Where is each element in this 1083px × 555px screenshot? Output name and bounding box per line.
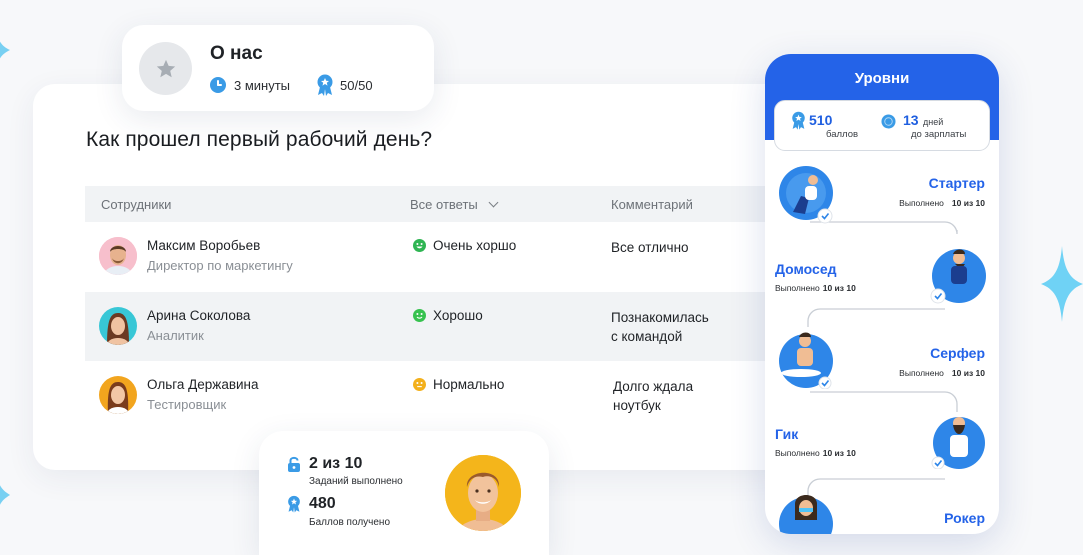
comment-text: Все отлично: [611, 240, 689, 255]
level-status: Выполнено 10 из 10: [899, 368, 985, 378]
sparkle-icon: [0, 41, 10, 59]
badge-icon: [317, 74, 333, 96]
avatar: [445, 455, 521, 531]
level-status: Выполнено 10 из 10: [899, 198, 985, 208]
employee-name: Максим Воробьев: [147, 238, 261, 253]
tasks-label: Заданий выполнено: [309, 476, 403, 487]
level-progress: 10 из 10: [822, 448, 856, 458]
table-row[interactable]: Арина Соколова Аналитик Хорошо Познакоми…: [85, 292, 793, 361]
table-header: Сотрудники Все ответы Комментарий: [85, 186, 793, 222]
neutral-face-icon: [413, 378, 426, 391]
mood-label: Хорошо: [433, 308, 483, 323]
clock-icon: [210, 77, 226, 93]
points-label: 50/50: [340, 77, 373, 93]
sparkle-icon: [0, 485, 10, 505]
mood-badge: Очень хоршо: [413, 238, 516, 253]
level-status: Выполнено 10 из 10: [775, 448, 856, 458]
survey-card: Как прошел первый рабочий день? Сотрудни…: [33, 84, 793, 470]
level-status-label: Выполнено: [899, 368, 944, 378]
comment-text: Познакомилась с командой: [611, 310, 709, 344]
survey-title: Как прошел первый рабочий день?: [86, 128, 433, 151]
level-status-label: Выполнено: [899, 198, 944, 208]
employee-name: Арина Соколова: [147, 308, 251, 323]
mood-label: Нормально: [433, 377, 505, 392]
level-name: Рокер: [944, 510, 985, 526]
avatar: [99, 307, 137, 345]
avatar: [99, 376, 137, 414]
employee-role: Аналитик: [147, 328, 204, 343]
level-status: Выполнено 10 из 10: [775, 283, 856, 293]
table-row[interactable]: Ольга Державина Тестировщик Нормально До…: [85, 361, 793, 430]
employee-name: Ольга Державина: [147, 377, 259, 392]
about-title: О нас: [210, 43, 263, 64]
rocker-level-illustration: [779, 495, 833, 534]
surfer-level-illustration: [779, 332, 833, 389]
smile-icon: [413, 309, 426, 322]
points-label: Баллов получено: [309, 517, 391, 528]
badge-icon: [288, 495, 300, 513]
level-progress: 10 из 10: [951, 198, 985, 208]
smile-icon: [413, 239, 426, 252]
lock-icon: [288, 456, 300, 472]
answers-filter-dropdown[interactable]: Все ответы: [410, 197, 499, 212]
column-comment: Комментарий: [611, 197, 693, 212]
about-meta: 3 минуты 50/50: [210, 74, 373, 96]
tasks-count: 2 из 10: [309, 455, 363, 472]
level-name: Серфер: [930, 345, 985, 361]
points-count: 480: [309, 495, 336, 512]
duration-label: 3 минуты: [234, 77, 291, 93]
geek-level-illustration: [931, 417, 985, 469]
score-card: 2 из 10 Заданий выполнено 480 Баллов пол…: [259, 431, 549, 555]
levels-phone: Уровни 510 баллов 13 дней до зарплаты Ст: [765, 54, 999, 534]
employee-role: Директор по маркетингу: [147, 258, 293, 273]
comment-text: Долго ждала ноутбук: [613, 379, 694, 413]
level-name: Гик: [775, 426, 799, 442]
column-employees: Сотрудники: [101, 197, 172, 212]
level-progress: 10 из 10: [822, 283, 856, 293]
level-progress: 10 из 10: [951, 368, 985, 378]
starter-level-illustration: [779, 166, 833, 224]
mood-badge: Хорошо: [413, 308, 483, 323]
column-answers: Все ответы: [410, 197, 478, 212]
level-status-label: Выполнено: [775, 448, 820, 458]
level-name: Домосед: [775, 261, 837, 277]
star-icon: [139, 42, 192, 95]
homebody-level-illustration: [930, 249, 986, 304]
level-name: Стартер: [928, 175, 985, 191]
avatar: [99, 237, 137, 275]
table-row[interactable]: Максим Воробьев Директор по маркетингу О…: [85, 222, 793, 291]
level-status-label: Выполнено: [775, 283, 820, 293]
chevron-down-icon: [488, 197, 499, 208]
mood-badge: Нормально: [413, 377, 504, 392]
about-card[interactable]: О нас 3 минуты 50/50: [122, 25, 434, 111]
mood-label: Очень хоршо: [433, 238, 517, 253]
employee-role: Тестировщик: [147, 397, 227, 412]
sparkle-icon: [1041, 246, 1083, 322]
